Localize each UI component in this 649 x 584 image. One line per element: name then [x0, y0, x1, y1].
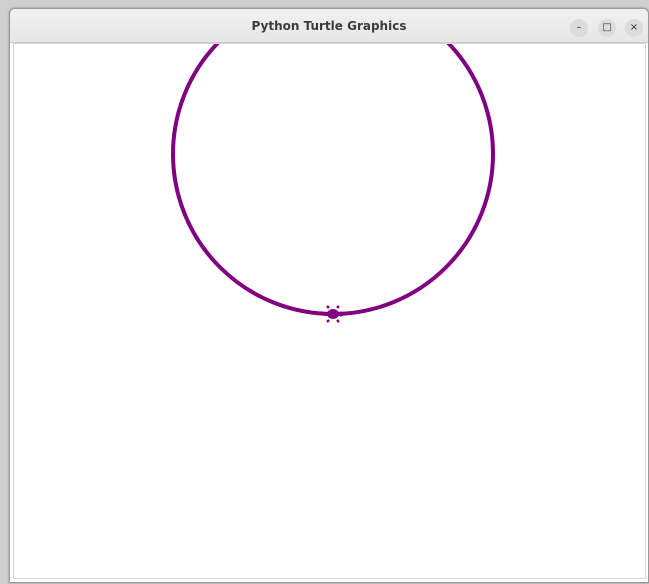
minimize-button[interactable]: – — [570, 19, 588, 37]
window-title: Python Turtle Graphics — [251, 19, 407, 33]
drawn-circle — [171, 44, 495, 316]
title-bar[interactable]: Python Turtle Graphics – □ × — [10, 9, 648, 43]
minimize-icon: – — [576, 22, 582, 33]
maximize-icon: □ — [602, 22, 612, 33]
close-icon: × — [629, 22, 639, 33]
maximize-button[interactable]: □ — [598, 19, 616, 37]
close-button[interactable]: × — [625, 19, 643, 37]
turtle-canvas[interactable] — [13, 43, 646, 579]
turtle-drawing — [171, 44, 495, 323]
turtle-icon — [324, 305, 344, 323]
turtle-window: Python Turtle Graphics – □ × — [9, 8, 649, 583]
